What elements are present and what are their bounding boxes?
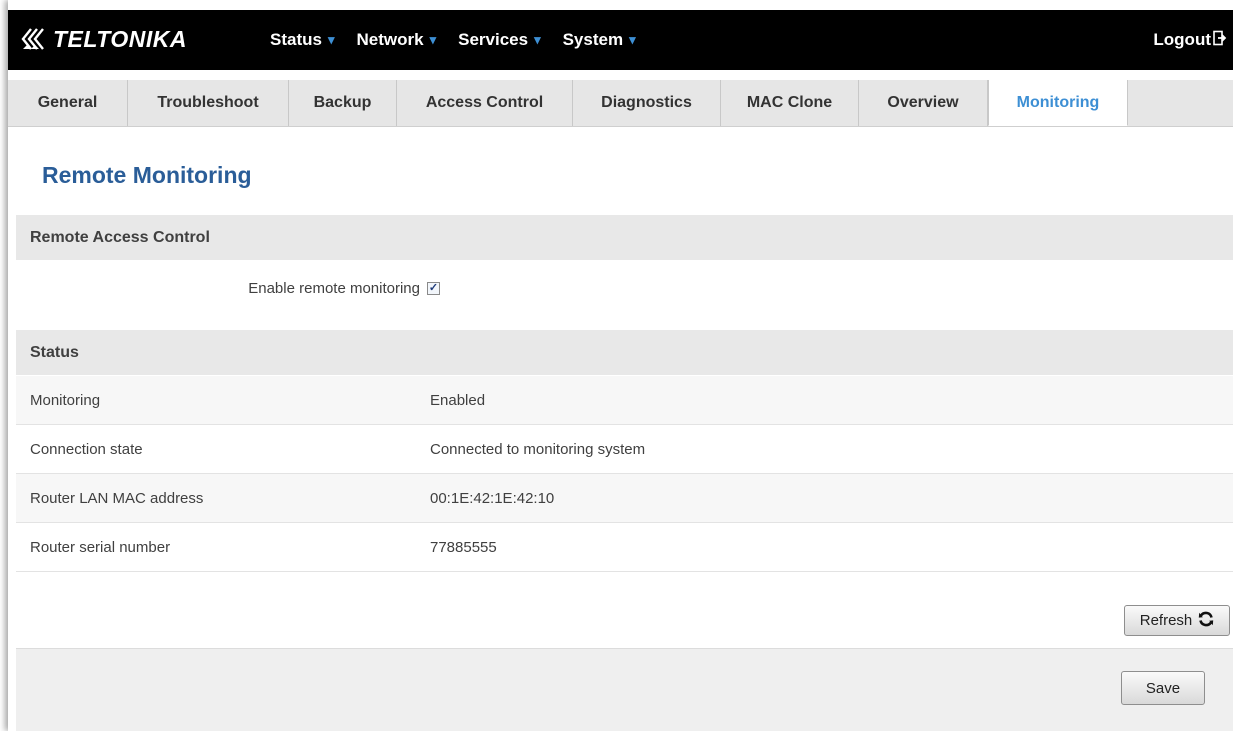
- form-footer: [16, 648, 1233, 731]
- tab-mac-clone[interactable]: MAC Clone: [721, 80, 859, 126]
- logout-link[interactable]: Logout: [1153, 10, 1227, 70]
- status-row-lan-mac: Router LAN MAC address 00:1E:42:1E:42:10: [16, 474, 1233, 523]
- caret-down-icon: ▾: [327, 32, 335, 47]
- tab-backup[interactable]: Backup: [289, 80, 397, 126]
- logout-icon: [1213, 30, 1227, 51]
- page-title: Remote Monitoring: [42, 162, 252, 188]
- status-row-connection-state: Connection state Connected to monitoring…: [16, 425, 1233, 474]
- nav-network[interactable]: Network ▾: [357, 30, 437, 50]
- status-row-serial-number: Router serial number 77885555: [16, 523, 1233, 572]
- refresh-button[interactable]: Refresh: [1124, 605, 1230, 636]
- refresh-label: Refresh: [1139, 612, 1193, 629]
- main-nav: Status ▾ Network ▾ Services ▾ System ▾: [270, 10, 658, 70]
- nav-system-label: System: [562, 30, 624, 49]
- tab-general[interactable]: General: [8, 80, 128, 126]
- status-key: Connection state: [30, 440, 143, 458]
- save-button[interactable]: Save: [1121, 671, 1205, 705]
- remote-access-section-header: Remote Access Control: [16, 215, 1233, 260]
- tab-troubleshoot[interactable]: Troubleshoot: [128, 80, 289, 126]
- status-section-header: Status: [16, 330, 1233, 375]
- nav-network-label: Network: [356, 30, 424, 49]
- status-key: Monitoring: [30, 391, 101, 409]
- enable-monitoring-checkbox[interactable]: ✓: [427, 282, 440, 295]
- status-value: 77885555: [430, 538, 497, 556]
- status-heading: Status: [30, 343, 79, 361]
- status-row-monitoring: Monitoring Enabled: [16, 376, 1233, 425]
- caret-down-icon: ▾: [629, 32, 636, 47]
- tab-monitoring[interactable]: Monitoring: [988, 80, 1128, 126]
- nav-services[interactable]: Services ▾: [458, 30, 540, 50]
- caret-down-icon: ▾: [429, 32, 437, 47]
- status-value: Enabled: [430, 391, 486, 409]
- enable-monitoring-label: Enable remote monitoring: [248, 280, 420, 297]
- status-value: Connected to monitoring system: [430, 440, 646, 458]
- system-tabs: General Troubleshoot Backup Access Contr…: [8, 80, 1233, 127]
- nav-system[interactable]: System ▾: [563, 30, 636, 50]
- logout-label: Logout: [1153, 30, 1211, 49]
- checkmark-icon: ✓: [428, 282, 439, 294]
- tab-access-control[interactable]: Access Control: [397, 80, 573, 126]
- tab-diagnostics[interactable]: Diagnostics: [573, 80, 721, 126]
- nav-services-label: Services: [458, 30, 529, 49]
- brand-name: TELTONIKA: [53, 25, 187, 52]
- status-key: Router serial number: [30, 538, 171, 556]
- router-webui: TELTONIKA Status ▾ Network ▾ Services ▾ …: [8, 0, 1233, 731]
- remote-access-heading: Remote Access Control: [30, 228, 210, 246]
- teltonika-logo-icon: [21, 28, 44, 50]
- caret-down-icon: ▾: [534, 32, 541, 47]
- nav-status-label: Status: [270, 30, 322, 49]
- status-key: Router LAN MAC address: [30, 489, 204, 507]
- enable-monitoring-row: Enable remote monitoring ✓: [16, 260, 1233, 317]
- nav-status[interactable]: Status ▾: [270, 30, 335, 50]
- refresh-icon: [1198, 611, 1214, 631]
- tab-overview[interactable]: Overview: [859, 80, 988, 126]
- status-value: 00:1E:42:1E:42:10: [430, 489, 555, 507]
- teltonika-logo[interactable]: TELTONIKA: [21, 24, 187, 54]
- top-navigation-bar: TELTONIKA Status ▾ Network ▾ Services ▾ …: [8, 10, 1233, 70]
